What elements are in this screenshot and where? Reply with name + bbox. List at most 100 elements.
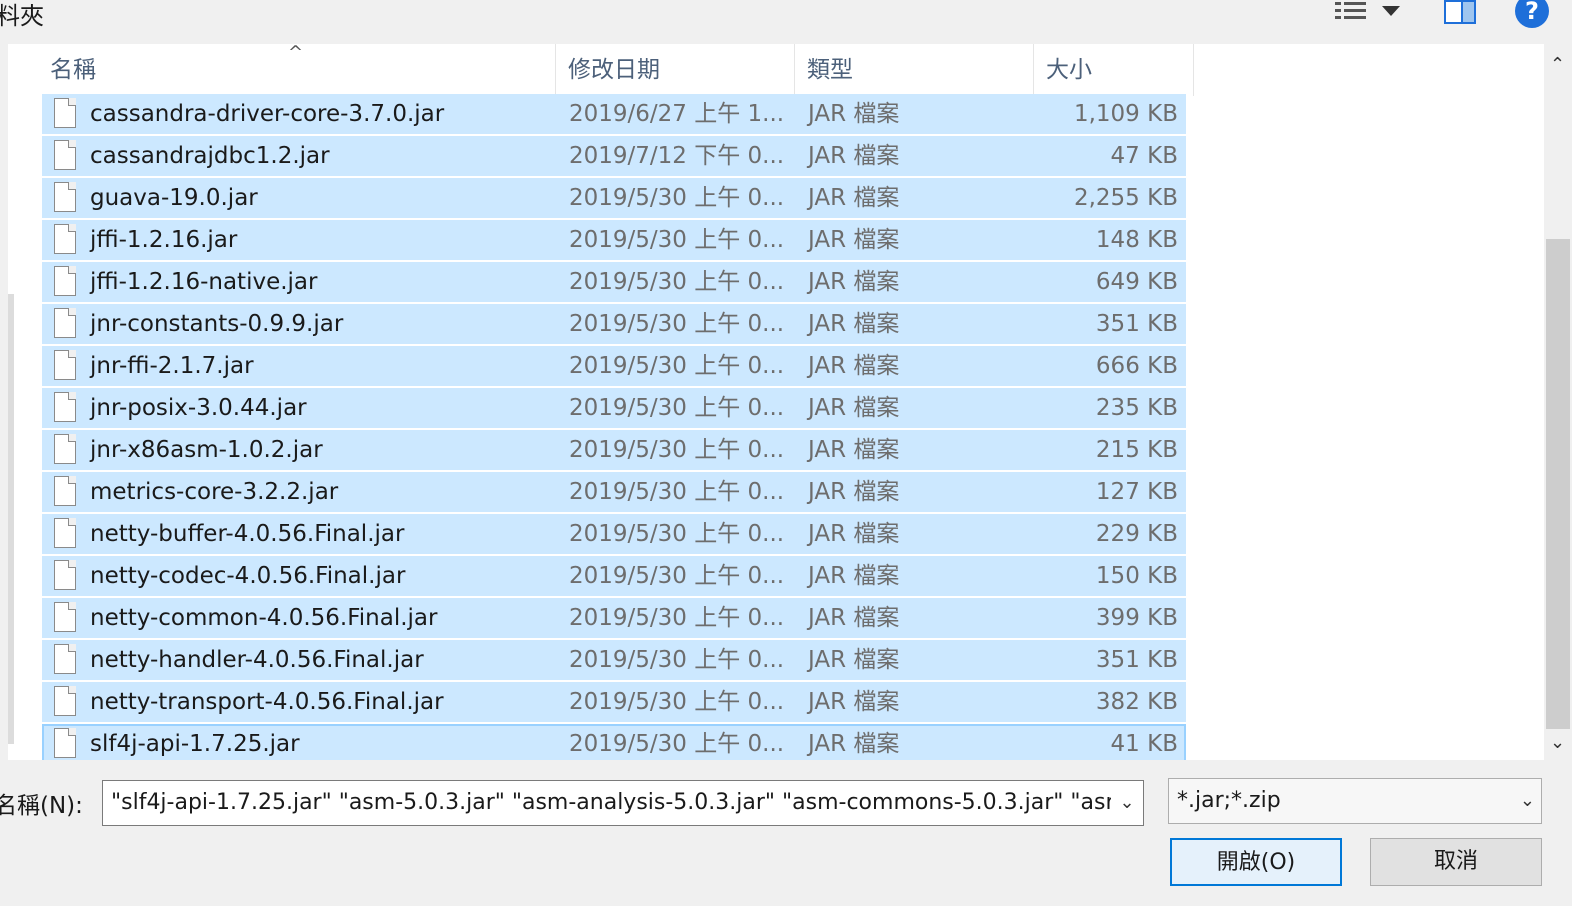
file-date: 2019/7/12 下午 0... [569, 143, 785, 169]
file-date: 2019/5/30 上午 0... [569, 437, 785, 463]
file-size: 351 KB [1095, 647, 1178, 673]
file-size: 649 KB [1095, 269, 1178, 295]
column-modified-label: 修改日期 [568, 57, 660, 83]
file-icon [54, 644, 76, 674]
window-title: 料夾 [0, 2, 44, 30]
file-type: JAR 檔案 [808, 647, 900, 673]
column-name-label: 名稱 [50, 57, 96, 83]
column-modified-header[interactable]: 修改日期 [556, 44, 795, 96]
file-date: 2019/5/30 上午 0... [569, 185, 785, 211]
help-icon[interactable]: ? [1515, 0, 1549, 28]
file-row[interactable]: jnr-posix-3.0.44.jar 2019/5/30 上午 0... JAR… [42, 388, 1186, 428]
file-icon [54, 518, 76, 548]
file-icon [54, 140, 76, 170]
file-name: jnr-ffi-2.1.7.jar [90, 353, 254, 379]
file-type: JAR 檔案 [808, 311, 900, 337]
file-row[interactable]: jnr-x86asm-1.0.2.jar 2019/5/30 上午 0... JAR… [42, 430, 1186, 470]
chevron-down-icon[interactable] [1382, 6, 1400, 16]
file-size: 2,255 KB [1073, 185, 1178, 211]
file-name: cassandra-driver-core-3.7.0.jar [90, 101, 445, 127]
file-icon [54, 602, 76, 632]
file-type: JAR 檔案 [808, 437, 900, 463]
details-view-icon[interactable] [1333, 0, 1369, 24]
file-row[interactable]: netty-codec-4.0.56.Final.jar 2019/5/30 上午… [42, 556, 1186, 596]
vertical-scrollbar[interactable]: ⌃ ⌄ [1544, 44, 1572, 760]
toolbar: 料夾 ? [0, 0, 1572, 44]
file-size: 150 KB [1095, 563, 1178, 589]
file-rows: cassandra-driver-core-3.7.0.jar 2019/6/27… [42, 94, 1186, 760]
file-icon [54, 560, 76, 590]
file-date: 2019/5/30 上午 0... [569, 563, 785, 589]
file-size: 235 KB [1095, 395, 1178, 421]
file-icon [54, 686, 76, 716]
file-type: JAR 檔案 [808, 479, 900, 505]
file-row[interactable]: cassandrajdbc1.2.jar 2019/7/12 下午 0... JAR… [42, 136, 1186, 176]
filename-input[interactable]: "slf4j-api-1.7.25.jar" "asm-5.0.3.jar" "… [102, 780, 1144, 826]
file-icon [54, 308, 76, 338]
chevron-down-icon[interactable]: ⌄ [1550, 732, 1565, 753]
file-date: 2019/5/30 上午 0... [569, 647, 785, 673]
file-name: slf4j-api-1.7.25.jar [90, 731, 300, 757]
file-type: JAR 檔案 [808, 353, 900, 379]
preview-pane-icon[interactable] [1444, 0, 1476, 24]
file-size: 1,109 KB [1073, 101, 1178, 127]
file-date: 2019/5/30 上午 0... [569, 479, 785, 505]
column-type-label: 類型 [807, 57, 853, 83]
file-date: 2019/5/30 上午 0... [569, 227, 785, 253]
file-row[interactable]: jnr-constants-0.9.9.jar 2019/5/30 上午 0...… [42, 304, 1186, 344]
column-header: 名稱 ^ 修改日期 類型 大小 [8, 44, 1544, 96]
column-size-label: 大小 [1046, 57, 1092, 83]
file-row[interactable]: jffi-1.2.16.jar 2019/5/30 上午 0... JAR 檔案 14… [42, 220, 1186, 260]
open-button[interactable]: 開啟(O) [1170, 838, 1342, 886]
file-name: guava-19.0.jar [90, 185, 258, 211]
file-row[interactable]: jffi-1.2.16-native.jar 2019/5/30 上午 0... J… [42, 262, 1186, 302]
file-row[interactable]: netty-handler-4.0.56.Final.jar 2019/5/30 … [42, 640, 1186, 680]
scrollbar-thumb[interactable] [1546, 239, 1570, 729]
file-date: 2019/5/30 上午 0... [569, 689, 785, 715]
cancel-button[interactable]: 取消 [1370, 838, 1542, 886]
file-row[interactable]: guava-19.0.jar 2019/5/30 上午 0... JAR 檔案 2,2… [42, 178, 1186, 218]
file-date: 2019/5/30 上午 0... [569, 605, 785, 631]
file-type: JAR 檔案 [808, 605, 900, 631]
column-size-header[interactable]: 大小 [1034, 44, 1194, 96]
file-icon [54, 266, 76, 296]
chevron-down-icon[interactable]: ⌄ [1111, 781, 1143, 825]
file-name: jnr-constants-0.9.9.jar [90, 311, 344, 337]
file-row[interactable]: netty-common-4.0.56.Final.jar 2019/5/30 上… [42, 598, 1186, 638]
file-row[interactable]: jnr-ffi-2.1.7.jar 2019/5/30 上午 0... JAR 檔案… [42, 346, 1186, 386]
file-date: 2019/5/30 上午 0... [569, 731, 785, 757]
file-name: netty-handler-4.0.56.Final.jar [90, 647, 424, 673]
file-type: JAR 檔案 [808, 269, 900, 295]
file-name: cassandrajdbc1.2.jar [90, 143, 330, 169]
file-type: JAR 檔案 [808, 689, 900, 715]
file-row[interactable]: metrics-core-3.2.2.jar 2019/5/30 上午 0... J… [42, 472, 1186, 512]
file-icon [54, 350, 76, 380]
file-date: 2019/5/30 上午 0... [569, 395, 785, 421]
file-size: 229 KB [1095, 521, 1178, 547]
file-icon [54, 224, 76, 254]
file-name: jffi-1.2.16-native.jar [90, 269, 318, 295]
file-type-filter[interactable]: *.jar;*.zip ⌄ [1168, 778, 1542, 824]
nav-pane-edge [8, 294, 14, 744]
file-name: jffi-1.2.16.jar [90, 227, 238, 253]
column-type-header[interactable]: 類型 [795, 44, 1034, 96]
file-icon [54, 476, 76, 506]
file-icon [54, 392, 76, 422]
file-size: 666 KB [1095, 353, 1178, 379]
file-type-filter-value: *.jar;*.zip [1177, 788, 1281, 813]
file-list[interactable]: 名稱 ^ 修改日期 類型 大小 cassandra-driver-core-3.… [8, 44, 1544, 760]
file-icon [54, 728, 76, 758]
file-row[interactable]: slf4j-api-1.7.25.jar 2019/5/30 上午 0... JAR… [42, 724, 1186, 760]
file-size: 148 KB [1095, 227, 1178, 253]
chevron-up-icon[interactable]: ⌃ [1550, 54, 1565, 75]
file-name: netty-common-4.0.56.Final.jar [90, 605, 438, 631]
file-icon [54, 98, 76, 128]
file-name: jnr-x86asm-1.0.2.jar [90, 437, 323, 463]
file-row[interactable]: netty-buffer-4.0.56.Final.jar 2019/5/30 上… [42, 514, 1186, 554]
file-size: 127 KB [1095, 479, 1178, 505]
file-row[interactable]: netty-transport-4.0.56.Final.jar 2019/5/3… [42, 682, 1186, 722]
file-name: metrics-core-3.2.2.jar [90, 479, 339, 505]
chevron-down-icon[interactable]: ⌄ [1520, 779, 1535, 823]
file-row[interactable]: cassandra-driver-core-3.7.0.jar 2019/6/27… [42, 94, 1186, 134]
file-name: netty-codec-4.0.56.Final.jar [90, 563, 406, 589]
